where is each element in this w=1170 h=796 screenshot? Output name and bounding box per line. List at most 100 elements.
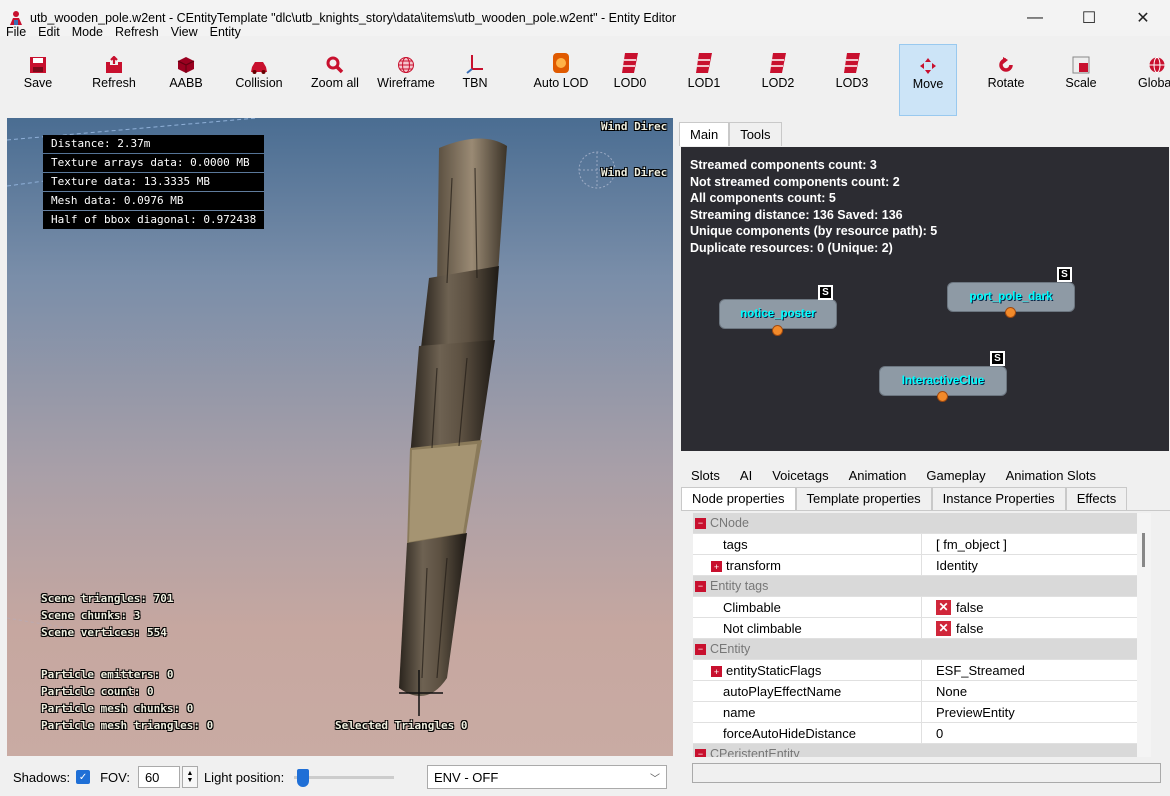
component-graph[interactable]: Streamed components count: 3 Not streame… bbox=[681, 147, 1169, 451]
tab-tools[interactable]: Tools bbox=[729, 122, 782, 146]
property-name: transform bbox=[726, 557, 781, 573]
slider-track bbox=[294, 776, 395, 779]
property-value[interactable]: None bbox=[921, 680, 1137, 702]
group-cnode[interactable]: − CNode bbox=[693, 513, 1137, 534]
aabb-button[interactable]: AABB bbox=[166, 44, 206, 116]
menu-mode[interactable]: Mode bbox=[72, 25, 103, 39]
slider-thumb[interactable] bbox=[296, 769, 309, 787]
tab-slots[interactable]: Slots bbox=[681, 466, 730, 488]
move-button[interactable]: Move bbox=[899, 44, 957, 116]
tab-animation[interactable]: Animation bbox=[839, 466, 917, 488]
right-panel-tabs: Main Tools bbox=[679, 122, 782, 146]
tab-voicetags[interactable]: Voicetags bbox=[762, 466, 838, 488]
scale-button[interactable]: Scale bbox=[1061, 44, 1101, 116]
expand-icon[interactable]: + bbox=[711, 666, 722, 677]
menu-entity[interactable]: Entity bbox=[210, 25, 241, 39]
property-row[interactable]: + entityStaticFlags ESF_Streamed bbox=[693, 659, 1137, 681]
scale-icon bbox=[1072, 56, 1090, 74]
tab-animation-slots[interactable]: Animation Slots bbox=[996, 466, 1106, 488]
lod3-button[interactable]: LOD3 bbox=[834, 44, 870, 116]
menu-refresh[interactable]: Refresh bbox=[115, 25, 159, 39]
value-text: false bbox=[956, 599, 984, 615]
collapse-icon[interactable]: − bbox=[695, 580, 706, 592]
collapse-icon[interactable]: − bbox=[695, 643, 706, 655]
property-value[interactable]: [ fm_object ] bbox=[921, 533, 1137, 555]
lod0-button[interactable]: LOD0 bbox=[612, 44, 648, 116]
refresh-icon bbox=[106, 56, 122, 73]
fov-spinner[interactable]: ▲ ▼ bbox=[181, 766, 198, 788]
tab-main[interactable]: Main bbox=[679, 122, 730, 146]
tab-node-properties[interactable]: Node properties bbox=[681, 487, 796, 510]
property-value[interactable]: ESF_Streamed bbox=[921, 659, 1137, 681]
wireframe-button[interactable]: Wireframe bbox=[373, 44, 439, 116]
auto-lod-button[interactable]: Auto LOD bbox=[530, 44, 592, 116]
unchecked-x-icon[interactable]: ✕ bbox=[936, 620, 951, 636]
collision-icon bbox=[251, 62, 267, 74]
scrollbar-thumb[interactable] bbox=[1142, 533, 1145, 567]
property-row[interactable]: + transform Identity bbox=[693, 554, 1137, 576]
property-row[interactable]: tags [ fm_object ] bbox=[693, 533, 1137, 555]
property-row[interactable]: autoPlayEffectName None bbox=[693, 680, 1137, 702]
property-row[interactable]: name PreviewEntity bbox=[693, 701, 1137, 723]
spin-up-icon[interactable]: ▲ bbox=[186, 770, 193, 777]
minimize-button[interactable]: — bbox=[1008, 0, 1062, 36]
unchecked-x-icon[interactable]: ✕ bbox=[936, 599, 951, 615]
spin-down-icon[interactable]: ▼ bbox=[186, 777, 193, 784]
save-button[interactable]: Save bbox=[10, 44, 66, 116]
property-row[interactable]: Not climbable ✕ false bbox=[693, 617, 1137, 639]
property-row[interactable]: forceAutoHideDistance 0 bbox=[693, 722, 1137, 744]
zoom-all-label: Zoom all bbox=[311, 76, 359, 90]
menu-bar: File Edit Mode Refresh View Entity bbox=[0, 22, 253, 42]
node-output-pin[interactable] bbox=[1005, 307, 1016, 318]
property-row[interactable]: Climbable ✕ false bbox=[693, 596, 1137, 618]
property-value[interactable]: ✕ false bbox=[921, 617, 1137, 639]
collapse-icon[interactable]: − bbox=[695, 748, 706, 757]
global-button[interactable]: Global bbox=[1130, 44, 1170, 116]
light-position-slider[interactable] bbox=[294, 767, 395, 787]
env-dropdown[interactable]: ENV - OFF ﹀ bbox=[427, 765, 667, 789]
fov-input[interactable]: 60 bbox=[137, 766, 180, 788]
tbn-label: TBN bbox=[462, 76, 488, 90]
collapse-icon[interactable]: − bbox=[695, 517, 706, 529]
group-label: CEntity bbox=[710, 642, 751, 656]
duplicate-resources: Duplicate resources: 0 (Unique: 2) bbox=[690, 240, 893, 255]
shadows-checkbox[interactable]: ✓ bbox=[76, 770, 91, 784]
property-grid-scrollbar[interactable] bbox=[1137, 513, 1151, 757]
refresh-button[interactable]: Refresh bbox=[88, 44, 140, 116]
lod-icon bbox=[770, 53, 786, 73]
property-value[interactable]: ✕ false bbox=[921, 596, 1137, 618]
property-value[interactable]: 0 bbox=[921, 722, 1137, 744]
property-value[interactable]: PreviewEntity bbox=[921, 701, 1137, 723]
node-label: port_pole_dark bbox=[969, 291, 1053, 303]
property-grid[interactable]: − CNode tags [ fm_object ] + transform Ide… bbox=[693, 513, 1137, 757]
menu-view[interactable]: View bbox=[171, 25, 198, 39]
menu-file[interactable]: File bbox=[6, 25, 26, 39]
node-output-pin[interactable] bbox=[937, 391, 948, 402]
tab-effects[interactable]: Effects bbox=[1065, 487, 1128, 510]
tab-template-properties[interactable]: Template properties bbox=[795, 487, 932, 510]
close-button[interactable]: ✕ bbox=[1116, 0, 1170, 36]
zoom-icon bbox=[326, 56, 344, 74]
group-entity-tags[interactable]: − Entity tags bbox=[693, 576, 1137, 597]
collision-button[interactable]: Collision bbox=[229, 44, 289, 116]
property-tabs-row2: Node properties Template properties Inst… bbox=[681, 487, 1170, 511]
group-cpersistent-entity[interactable]: − CPeristentEntity bbox=[693, 744, 1137, 757]
rotate-button[interactable]: Rotate bbox=[983, 44, 1029, 116]
tab-gameplay[interactable]: Gameplay bbox=[916, 466, 995, 488]
group-centity[interactable]: − CEntity bbox=[693, 639, 1137, 660]
tab-ai[interactable]: AI bbox=[730, 466, 762, 488]
lod1-button[interactable]: LOD1 bbox=[686, 44, 722, 116]
3d-viewport[interactable]: Distance: 2.37m Texture arrays data: 0.0… bbox=[7, 118, 673, 756]
property-tabs-row1: Slots AI Voicetags Animation Gameplay An… bbox=[681, 466, 1170, 488]
menu-edit[interactable]: Edit bbox=[38, 25, 60, 39]
zoom-all-button[interactable]: Zoom all bbox=[304, 44, 366, 116]
lod2-button[interactable]: LOD2 bbox=[760, 44, 796, 116]
maximize-button[interactable]: ☐ bbox=[1062, 0, 1116, 36]
node-label: notice_poster bbox=[740, 308, 816, 320]
property-value[interactable]: Identity bbox=[921, 554, 1137, 576]
tbn-button[interactable]: TBN bbox=[460, 44, 490, 116]
expand-icon[interactable]: + bbox=[711, 561, 722, 572]
node-output-pin[interactable] bbox=[772, 325, 783, 336]
save-label: Save bbox=[23, 76, 53, 90]
tab-instance-properties[interactable]: Instance Properties bbox=[931, 487, 1066, 510]
